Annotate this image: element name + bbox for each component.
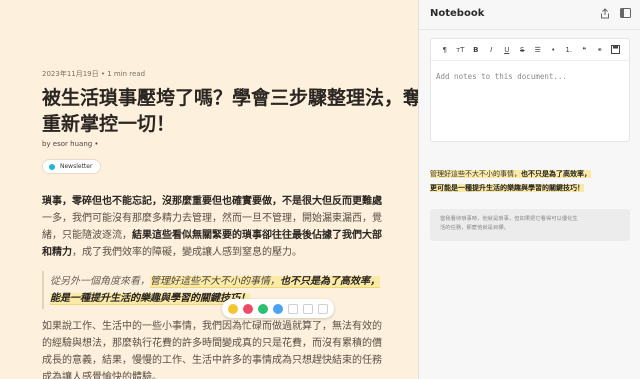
quote-line1-plain: 從另外一個角度來看， <box>50 276 150 287</box>
saved-hl-bold1: 也不只是為了高效率， <box>521 170 591 178</box>
text-size-icon[interactable]: ᴛT <box>453 43 469 57</box>
share-icon[interactable] <box>599 8 610 19</box>
green-color-dot[interactable] <box>258 303 268 314</box>
para1-line1-text: 瑣事，零碎但也不能忘記，沒那麼重要但也確實要做，不是很大但反而更難處 <box>42 196 382 207</box>
quote-highlight-bold: 也不只是為了高效率， <box>280 276 380 287</box>
bold-icon[interactable]: B <box>468 43 484 57</box>
italic-icon[interactable]: I <box>484 43 500 57</box>
saved-highlight-line1: 管理好這些不大不小的事情，也不只是為了高效率， <box>430 167 630 181</box>
para1-line4: 和精力，成了我們效率的障礙，變成讓人感到窒息的壓力。 <box>42 244 418 261</box>
article-title-line2: 重新掌控一切！ <box>42 113 176 135</box>
duplicate-icon[interactable] <box>318 303 328 314</box>
editor-placeholder: Add notes to this document... <box>436 72 567 81</box>
para1-line4-plain: ，成了我們效率的障礙，變成讓人感到窒息的壓力。 <box>72 247 302 258</box>
para1-line3: 緒，只能隨波逐流，結果這些看似無關緊要的瑣事卻往往最後佔據了我們大部 <box>42 227 418 244</box>
article-pane: 2023年11月19日 • 1 min read 被生活瑣事壓垮了嗎？學會三步驟… <box>0 0 418 379</box>
bullet-list-icon[interactable]: • <box>546 43 562 57</box>
highlighted-text-line2[interactable]: 能是一種提升生活的樂趣與學習的關鍵技巧！ <box>50 293 250 305</box>
para1-line4-bold: 和精力 <box>42 247 72 258</box>
tag-label: Newsletter <box>60 163 93 170</box>
paragraph-icon[interactable]: ¶ <box>437 43 453 57</box>
note-card-line1: 當我看待瑣事時，他就是瑣事，但如果把它看得可以優化生 <box>440 216 578 222</box>
para1-line3-plain: 緒，只能隨波逐流， <box>42 230 132 241</box>
note-card-line2: 活的任務，那麼他就是目標。 <box>440 225 509 231</box>
saved-hl-bold2-wrap: 更可能是一種提升生活的樂趣與學習的關鍵技巧！ <box>430 184 584 192</box>
tag-dot-icon <box>49 163 55 170</box>
highlighted-text[interactable]: 管理好這些不大不小的事情，也不只是為了高效率， <box>150 276 380 288</box>
saved-highlight[interactable]: 管理好這些不大不小的事情，也不只是為了高效率， 更可能是一種提升生活的樂趣與學習… <box>430 167 630 195</box>
note-card[interactable]: 當我看待瑣事時，他就是瑣事，但如果把它看得可以優化生 活的任務，那麼他就是目標。 <box>430 209 630 241</box>
red-color-dot[interactable] <box>243 303 253 314</box>
panel-divider <box>419 29 640 30</box>
para2-line4: 成為讓人感覺愉快的體驗。 <box>42 372 162 379</box>
article-title-line1: 被生活瑣事壓垮了嗎？學會三步驟整理法，奪 <box>42 87 418 109</box>
quote-icon[interactable]: ❝ <box>577 43 593 57</box>
link-icon[interactable]: ⚭ <box>592 43 608 57</box>
highlight-toolbar <box>222 299 334 318</box>
saved-hl-bold1-wrap: 也不只是為了高效率， <box>521 170 591 178</box>
article-meta: 2023年11月19日 • 1 min read <box>42 70 146 78</box>
underline-icon[interactable]: U <box>499 43 515 57</box>
saved-highlight-line2: 更可能是一種提升生活的樂趣與學習的關鍵技巧！ <box>430 181 630 195</box>
format-toolbar: ¶ ᴛT B I U S ☰ • 1. ❝ ⚭ <box>431 39 629 61</box>
paragraph-1: 瑣事，零碎但也不能忘記，沒那麼重要但也確實要做，不是很大但反而更難處 一多，我們… <box>42 193 418 261</box>
quote-highlight-plain: 管理好這些不大不小的事情， <box>150 276 280 287</box>
copy-icon[interactable] <box>303 303 313 314</box>
para2-line1: 如果說工作、生活中的一些小事情，我們因為忙碌而做過就算了，無法有效的 <box>42 321 382 332</box>
quote-line2-bold: 能是一種提升生活的樂趣與學習的關鍵技巧！ <box>50 293 250 304</box>
saved-hl-bold2: 更可能是一種提升生活的樂趣與學習的關鍵技巧！ <box>430 184 584 192</box>
paragraph-2: 如果說工作、生活中的一些小事情，我們因為忙碌而做過就算了，無法有效的 的經驗與想… <box>42 318 418 379</box>
save-icon[interactable] <box>608 43 624 57</box>
notes-editor[interactable]: ¶ ᴛT B I U S ☰ • 1. ❝ ⚭ Add notes to thi… <box>430 38 630 142</box>
numbered-list-icon[interactable]: 1. <box>561 43 577 57</box>
note-icon[interactable] <box>288 303 298 314</box>
blue-color-dot[interactable] <box>273 303 283 314</box>
para2-line3: 成長的意義，結果，慢慢的工作、生活中許多的事情成為只想趕快結束的任務 <box>42 355 382 366</box>
newsletter-tag[interactable]: Newsletter <box>42 159 102 174</box>
strikethrough-icon[interactable]: S <box>515 43 531 57</box>
saved-hl-plain: 管理好這些不大不小的事情， <box>430 170 521 178</box>
quote-line1: 從另外一個角度來看，管理好這些不大不小的事情，也不只是為了高效率， <box>50 273 418 290</box>
sidebar-toggle-icon[interactable] <box>620 8 631 19</box>
para1-line3-bold: 結果這些看似無關緊要的瑣事卻往往最後佔據了我們大部 <box>132 230 382 241</box>
para2-line2: 的經驗與想法，那麼執行花費的許多時間變成真的只是花費，而沒有累積的價 <box>42 338 382 349</box>
notebook-title: Notebook <box>430 8 485 19</box>
notebook-panel: Notebook ¶ ᴛT B I U S ☰ • 1. ❝ ⚭ Add not… <box>418 0 640 379</box>
para1-line2: 一多，我們可能沒有那麼多精力去管理，然而一旦不管理，開始漏東漏西，覺 <box>42 213 382 224</box>
article-title: 被生活瑣事壓垮了嗎？學會三步驟整理法，奪 重新掌控一切！ <box>42 85 418 137</box>
align-icon[interactable]: ☰ <box>530 43 546 57</box>
article-byline: by esor huang • <box>42 140 99 148</box>
blockquote-bar <box>42 271 44 309</box>
yellow-color-dot[interactable] <box>228 303 238 314</box>
para1-line1: 瑣事，零碎但也不能忘記，沒那麼重要但也確實要做，不是很大但反而更難處 <box>42 193 418 210</box>
